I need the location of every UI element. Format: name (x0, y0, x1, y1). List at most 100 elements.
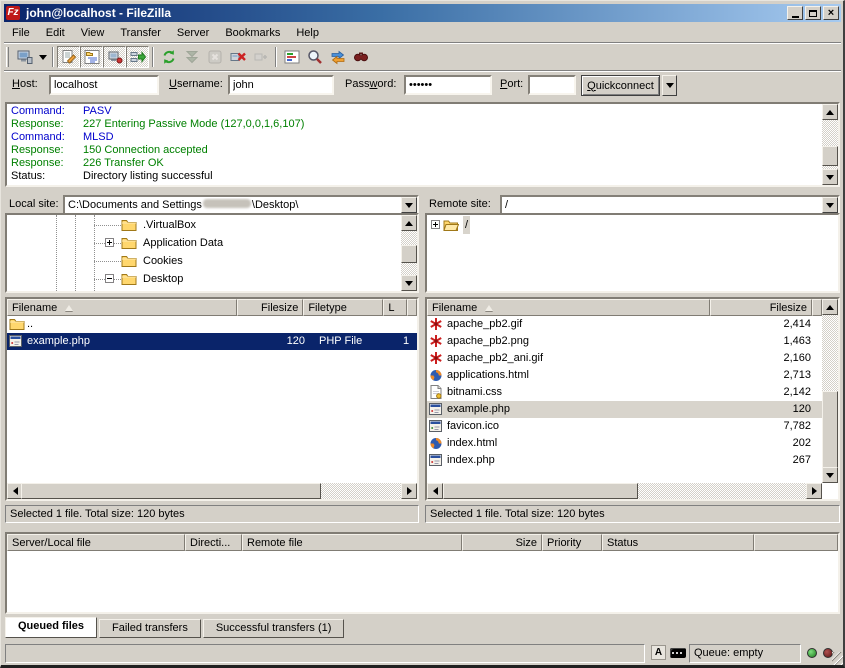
log-scrollbar-thumb[interactable] (822, 146, 838, 166)
file-row[interactable]: index.html202 (427, 435, 822, 452)
quickconnect-button[interactable]: Quickconnect (581, 75, 660, 96)
column-header-server-local-file[interactable]: Server/Local file (7, 534, 185, 551)
tree-item[interactable]: / (427, 216, 838, 234)
file-row[interactable]: applications.html2,713 (427, 367, 822, 384)
remote-list-hscrollbar[interactable] (427, 483, 822, 499)
tree-item[interactable]: Application Data (7, 234, 401, 252)
toggle-message-log-button[interactable] (57, 46, 80, 68)
expand-icon[interactable] (431, 220, 440, 229)
toolbar-grip[interactable] (6, 47, 9, 67)
filter-button[interactable] (280, 46, 303, 68)
file-row[interactable]: example.php120PHP File1 (7, 333, 417, 350)
site-manager-button[interactable] (13, 46, 36, 68)
tab-successful-transfers-1[interactable]: Successful transfers (1) (203, 619, 345, 638)
menu-item-file[interactable]: File (4, 25, 38, 41)
password-input[interactable] (404, 75, 492, 95)
toggle-transfer-queue-button[interactable] (126, 46, 149, 68)
file-row[interactable]: apache_pb2.png1,463 (427, 333, 822, 350)
quickconnect-dropdown-button[interactable] (662, 75, 677, 96)
disconnect-button[interactable] (226, 46, 249, 68)
chevron-down-icon (666, 83, 674, 88)
column-header-directi[interactable]: Directi... (185, 534, 242, 551)
local-tree-scrollbar[interactable] (401, 215, 417, 291)
column-header-l[interactable]: L (383, 299, 407, 316)
process-queue-button[interactable] (180, 46, 203, 68)
file-row[interactable]: index.php267 (427, 452, 822, 469)
column-header-filesize[interactable]: Filesize (237, 299, 303, 316)
directory-comparison-button[interactable] (303, 46, 326, 68)
remote-list-hscrollbar-thumb[interactable] (443, 483, 638, 499)
local-site-dropdown-button[interactable] (401, 197, 417, 213)
local-list-hscrollbar-right-button[interactable] (401, 483, 417, 499)
column-header-filesize[interactable]: Filesize (710, 299, 812, 316)
file-row[interactable]: apache_pb2.gif2,414 (427, 316, 822, 333)
local-tree-scrollbar-up-button[interactable] (401, 215, 417, 231)
column-header-size[interactable]: Size (462, 534, 542, 551)
remote-site-combo[interactable]: / (500, 195, 840, 215)
collapse-icon[interactable] (105, 274, 114, 283)
column-header-filename[interactable]: Filename (7, 299, 237, 316)
remote-list-hscrollbar-left-button[interactable] (427, 483, 443, 499)
file-row[interactable]: bitnami.css2,142 (427, 384, 822, 401)
synchronized-browsing-button[interactable] (326, 46, 349, 68)
reconnect-button[interactable] (249, 46, 272, 68)
find-files-button[interactable] (349, 46, 372, 68)
menu-item-transfer[interactable]: Transfer (112, 25, 169, 41)
port-input[interactable] (528, 75, 576, 95)
toggle-local-tree-button[interactable] (80, 46, 103, 68)
sort-ascending-icon (65, 305, 73, 311)
file-row[interactable]: .. (7, 316, 417, 333)
toggle-remote-tree-button[interactable] (103, 46, 126, 68)
column-header-filler (812, 299, 822, 316)
log-scrollbar-up-button[interactable] (822, 104, 838, 120)
column-header-remote-file[interactable]: Remote file (242, 534, 462, 551)
host-input[interactable] (49, 75, 159, 95)
menu-item-bookmarks[interactable]: Bookmarks (217, 25, 288, 41)
local-site-combo[interactable]: C:\Documents and Settings\Desktop\ (63, 195, 419, 215)
column-header-status[interactable]: Status (602, 534, 754, 551)
minimize-button[interactable] (787, 6, 803, 20)
tree-item[interactable]: Cookies (7, 252, 401, 270)
resize-grip[interactable] (832, 652, 845, 665)
local-list-hscrollbar[interactable] (7, 483, 417, 499)
file-row[interactable]: apache_pb2_ani.gif2,160 (427, 350, 822, 367)
tree-item[interactable]: Desktop (7, 270, 401, 288)
tab-failed-transfers[interactable]: Failed transfers (99, 619, 201, 638)
column-header-priority[interactable]: Priority (542, 534, 602, 551)
local-tree-scrollbar-thumb[interactable] (401, 245, 417, 263)
column-header-filetype[interactable]: Filetype (303, 299, 383, 316)
maximize-button[interactable] (805, 6, 821, 20)
file-row[interactable]: example.php120 (427, 401, 822, 418)
site-manager-dropdown-button[interactable] (36, 46, 49, 68)
remote-list-vscrollbar[interactable] (822, 299, 838, 483)
file-row[interactable]: favicon.ico7,782 (427, 418, 822, 435)
filezilla-logo-icon[interactable]: Fz (6, 6, 20, 20)
menu-item-edit[interactable]: Edit (38, 25, 73, 41)
remote-site-dropdown-button[interactable] (822, 197, 838, 213)
refresh-button[interactable] (157, 46, 180, 68)
arrow-left-icon (13, 487, 18, 495)
speed-limit-indicator-icon[interactable] (670, 648, 686, 658)
remote-list-vscrollbar-thumb[interactable] (822, 391, 838, 469)
transfer-type-icon[interactable]: A (651, 645, 666, 660)
menu-item-view[interactable]: View (73, 25, 113, 41)
menu-item-server[interactable]: Server (169, 25, 217, 41)
log-scrollbar[interactable] (822, 104, 838, 185)
remote-list-hscrollbar-right-button[interactable] (806, 483, 822, 499)
remote-list-vscrollbar-up-button[interactable] (822, 299, 838, 315)
remote-tree-rows: / (427, 216, 838, 234)
tree-connector (94, 225, 121, 226)
remote-list-vscrollbar-down-button[interactable] (822, 467, 838, 483)
local-list-hscrollbar-thumb[interactable] (21, 483, 321, 499)
cancel-operation-button[interactable] (203, 46, 226, 68)
local-tree-scrollbar-down-button[interactable] (401, 275, 417, 291)
tab-queued-files[interactable]: Queued files (5, 617, 97, 638)
close-button[interactable]: × (823, 6, 839, 20)
expand-icon[interactable] (105, 238, 114, 247)
tree-item[interactable]: .VirtualBox (7, 216, 401, 234)
username-input[interactable] (228, 75, 334, 95)
menu-item-help[interactable]: Help (288, 25, 327, 41)
column-header-filename[interactable]: Filename (427, 299, 710, 316)
title-bar[interactable]: Fz john@localhost - FileZilla × (4, 4, 841, 22)
log-scrollbar-down-button[interactable] (822, 169, 838, 185)
